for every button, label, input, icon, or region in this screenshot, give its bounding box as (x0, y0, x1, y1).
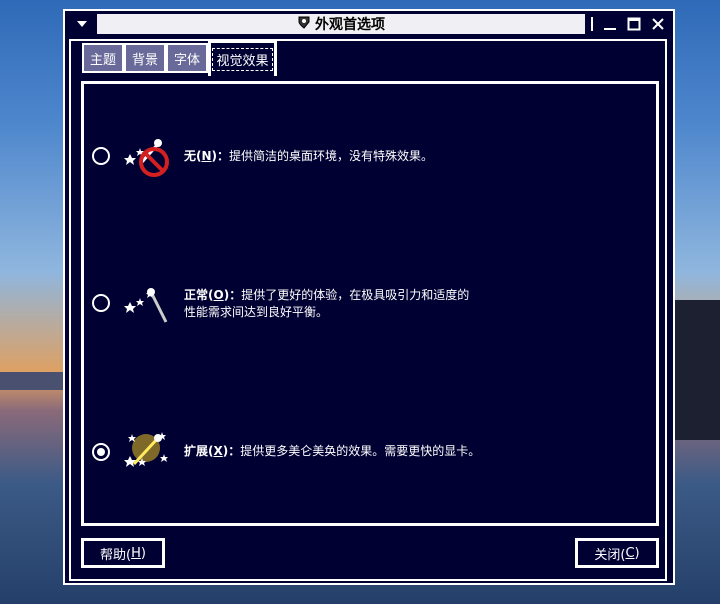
normal-effects-icon (124, 288, 168, 323)
option-none-description: 提供简洁的桌面环境，没有特殊效果。 (229, 149, 434, 163)
radio-none[interactable] (92, 147, 110, 165)
title-area[interactable]: 外观首选项 (97, 14, 585, 34)
option-none-text: 无(N)：提供简洁的桌面环境，没有特殊效果。 (184, 148, 514, 165)
option-extra-label: 扩展(X)： (184, 444, 241, 458)
option-none-label: 无(N)： (184, 149, 230, 163)
tab-theme-label: 主题 (89, 52, 116, 68)
triangle-down-icon (77, 21, 87, 27)
window-title: 外观首选项 (315, 17, 385, 33)
option-normal-text: 正常(O)：提供了更好的体验，在极具吸引力和适度的 性能需求间达到良好平衡。 (184, 287, 514, 321)
tab-fonts[interactable]: 字体 (166, 43, 208, 73)
title-separator (591, 17, 593, 31)
tab-theme[interactable]: 主题 (82, 43, 124, 73)
maximize-icon (627, 17, 641, 31)
close-window-button[interactable] (647, 13, 669, 35)
help-button[interactable]: 帮助(H) (81, 538, 165, 568)
option-extra-description: 提供更多美仑美奂的效果。需要更快的显卡。 (240, 444, 481, 458)
close-icon (652, 18, 664, 30)
tab-visual-effects-label: 视觉效果 (212, 48, 273, 71)
minimize-button[interactable] (599, 13, 621, 35)
radio-extra[interactable] (92, 443, 110, 461)
close-button[interactable]: 关闭(C) (575, 538, 659, 568)
extra-effects-icon (124, 432, 168, 467)
maximize-button[interactable] (623, 13, 645, 35)
tab-fonts-label: 字体 (173, 52, 200, 68)
tab-background-label: 背景 (131, 52, 158, 68)
tab-visual-effects[interactable]: 视觉效果 (208, 40, 277, 76)
preferences-icon (297, 15, 311, 33)
tab-background[interactable]: 背景 (124, 43, 166, 73)
window-menu-button[interactable] (67, 13, 97, 35)
no-effects-icon (124, 139, 169, 177)
visual-effects-panel: 无(N)：提供简洁的桌面环境，没有特殊效果。 正常(O)：提供了更好的体验，在极… (81, 81, 659, 526)
option-normal-label: 正常(O)： (184, 288, 242, 302)
minimize-icon (604, 28, 616, 30)
option-extra-text: 扩展(X)：提供更多美仑美奂的效果。需要更快的显卡。 (184, 443, 514, 460)
title-bar: 外观首选项 (65, 11, 673, 37)
option-normal-description: 提供了更好的体验，在极具吸引力和适度的 (241, 288, 470, 302)
option-normal-description-line2: 性能需求间达到良好平衡。 (184, 305, 329, 319)
radio-normal[interactable] (92, 294, 110, 312)
